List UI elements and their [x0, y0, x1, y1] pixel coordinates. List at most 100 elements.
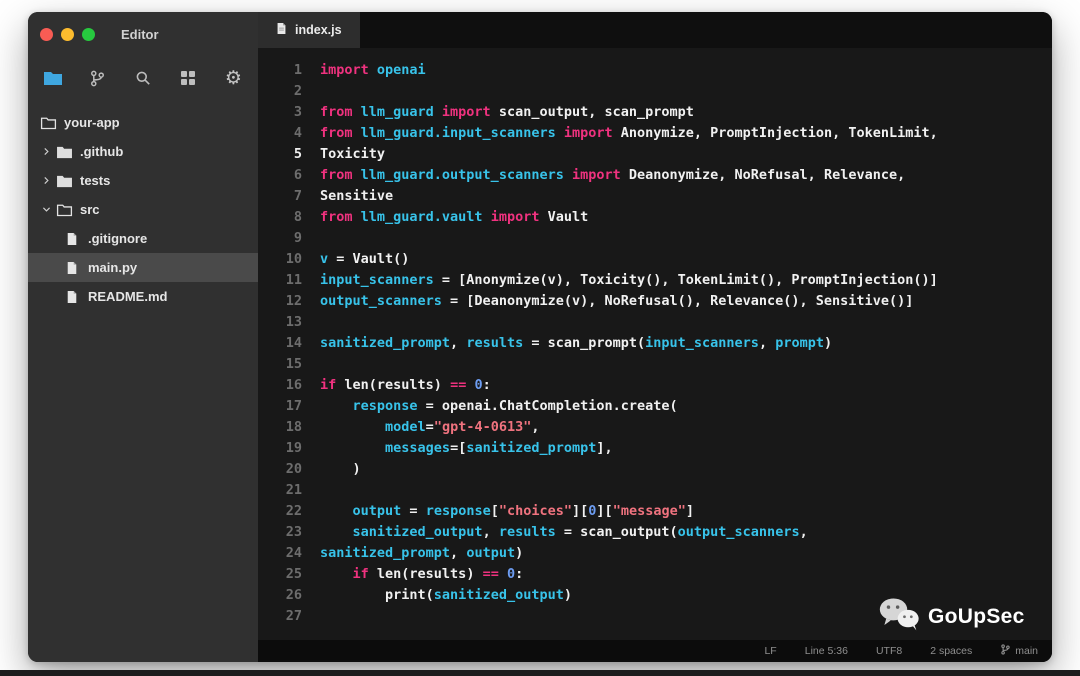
line-number: 15 [285, 356, 302, 372]
code-text: output_scanners = [Deanonymize(v), NoRef… [320, 293, 914, 309]
code-line[interactable]: 16 if len(results) == 0: [258, 375, 1052, 396]
git-branch-icon [1000, 644, 1011, 658]
line-number: 20 [285, 461, 302, 477]
file-icon [276, 22, 287, 38]
code-line[interactable]: 12 output_scanners = [Deanonymize(v), NoR… [258, 291, 1052, 312]
code-text: sanitized_prompt, output) [320, 545, 524, 561]
tree-item-label: src [80, 202, 100, 217]
code-line[interactable]: 8 from llm_guard.vault import Vault [258, 207, 1052, 228]
code-line[interactable]: 5 Toxicity [258, 144, 1052, 165]
code-line[interactable]: 21 [258, 480, 1052, 501]
line-number: 10 [285, 251, 302, 267]
line-number: 1 [293, 62, 302, 78]
code-text: Toxicity [320, 146, 386, 162]
tree-item-your-app[interactable]: your-app [28, 108, 258, 137]
folder-open-icon [38, 116, 58, 130]
code-text: ) [320, 461, 361, 477]
status-lf[interactable]: LF [764, 645, 776, 657]
code-line[interactable]: 3 from llm_guard import scan_output, scan… [258, 102, 1052, 123]
folder-closed-icon [54, 174, 74, 188]
code-line[interactable]: 18 model="gpt-4-0613", [258, 417, 1052, 438]
tree-item-label: README.md [88, 289, 168, 304]
files-icon[interactable] [36, 64, 69, 92]
chevron-down-icon[interactable] [38, 204, 54, 215]
code-area[interactable]: 1 import openai 2 3 from llm_guard import sc… [258, 48, 1052, 640]
maximize-window-button[interactable] [82, 27, 95, 41]
tree-item--github[interactable]: .github [28, 137, 258, 166]
code-line[interactable]: 24 sanitized_prompt, output) [258, 543, 1052, 564]
code-line[interactable]: 7 Sensitive [258, 186, 1052, 207]
code-line[interactable]: 15 [258, 354, 1052, 375]
status-utf8[interactable]: UTF8 [876, 645, 902, 657]
tree-item-tests[interactable]: tests [28, 166, 258, 195]
line-number: 6 [293, 167, 302, 183]
search-icon[interactable] [126, 64, 159, 92]
file-icon [62, 232, 82, 246]
code-line[interactable]: 11 input_scanners = [Anonymize(v), Toxici… [258, 270, 1052, 291]
line-number: 7 [293, 188, 302, 204]
code-line[interactable]: 2 [258, 81, 1052, 102]
wechat-icon [878, 596, 920, 637]
code-line[interactable]: 22 output = response["choices"][0]["mess… [258, 501, 1052, 522]
close-window-button[interactable] [40, 27, 53, 41]
status-main[interactable]: main [1000, 644, 1038, 658]
code-line[interactable]: 23 sanitized_output, results = scan_outp… [258, 522, 1052, 543]
code-text: import openai [320, 62, 426, 78]
tree-item-readme-md[interactable]: README.md [28, 282, 258, 311]
minimize-window-button[interactable] [61, 27, 74, 41]
code-line[interactable]: 1 import openai [258, 60, 1052, 81]
tree-item--gitignore[interactable]: .gitignore [28, 224, 258, 253]
code-line[interactable]: 20 ) [258, 459, 1052, 480]
code-text: model="gpt-4-0613", [385, 419, 540, 435]
tree-item-main-py[interactable]: main.py [28, 253, 258, 282]
code-text: output = response["choices"][0]["message… [352, 503, 694, 519]
status-2-spaces[interactable]: 2 spaces [930, 645, 972, 657]
line-number: 16 [285, 377, 302, 393]
tab-index-js[interactable]: index.js [258, 12, 360, 48]
git-branch-icon[interactable] [81, 64, 114, 92]
status-line-5-36[interactable]: Line 5:36 [805, 645, 848, 657]
code-line[interactable]: 10 v = Vault() [258, 249, 1052, 270]
line-number: 13 [285, 314, 302, 330]
line-number: 23 [285, 524, 302, 540]
code-line[interactable]: 4 from llm_guard.input_scanners import An… [258, 123, 1052, 144]
folder-closed-icon [54, 145, 74, 159]
tree-item-label: tests [80, 173, 111, 188]
file-tree: your-app .github tests src .gitignore main.py… [28, 104, 258, 662]
code-line[interactable]: 6 from llm_guard.output_scanners import D… [258, 165, 1052, 186]
status-bar: LF Line 5:36 UTF8 2 spaces main [258, 640, 1052, 662]
code-line[interactable]: 25 if len(results) == 0: [258, 564, 1052, 585]
chevron-right-icon[interactable] [38, 146, 54, 157]
code-line[interactable]: 19 messages=[sanitized_prompt], [258, 438, 1052, 459]
settings-icon[interactable]: ⚙ [217, 64, 250, 92]
line-number: 8 [293, 209, 302, 225]
tree-item-src[interactable]: src [28, 195, 258, 224]
code-text: from llm_guard import scan_output, scan_… [320, 104, 694, 120]
editor-window: Editor ⚙ your-app .github tests src .gitigno… [28, 12, 1052, 662]
line-number: 11 [285, 272, 302, 288]
code-line[interactable]: 13 [258, 312, 1052, 333]
code-line[interactable]: 17 response = openai.ChatCompletion.crea… [258, 396, 1052, 417]
extensions-icon[interactable] [172, 64, 205, 92]
line-number: 9 [293, 230, 302, 246]
line-number: 26 [285, 587, 302, 603]
code-text: from llm_guard.output_scanners import De… [320, 167, 906, 183]
tree-item-label: your-app [64, 115, 120, 130]
tab-bar: index.js [258, 12, 1052, 48]
code-text: Sensitive [320, 188, 394, 204]
code-line[interactable]: 14 sanitized_prompt, results = scan_promp… [258, 333, 1052, 354]
line-number: 25 [285, 566, 302, 582]
code-text: sanitized_output, results = scan_output(… [352, 524, 808, 540]
line-number: 21 [285, 482, 302, 498]
file-icon [62, 261, 82, 275]
code-text: input_scanners = [Anonymize(v), Toxicity… [320, 272, 938, 288]
line-number: 2 [293, 83, 302, 99]
sidebar-toolbar: ⚙ [28, 56, 258, 104]
watermark-text: GoUpSec [928, 604, 1025, 628]
code-text: messages=[sanitized_prompt], [385, 440, 613, 456]
watermark: GoUpSec [878, 596, 1025, 637]
code-line[interactable]: 9 [258, 228, 1052, 249]
tree-item-label: main.py [88, 260, 138, 275]
chevron-right-icon[interactable] [38, 175, 54, 186]
window-titlebar: Editor [28, 12, 258, 56]
